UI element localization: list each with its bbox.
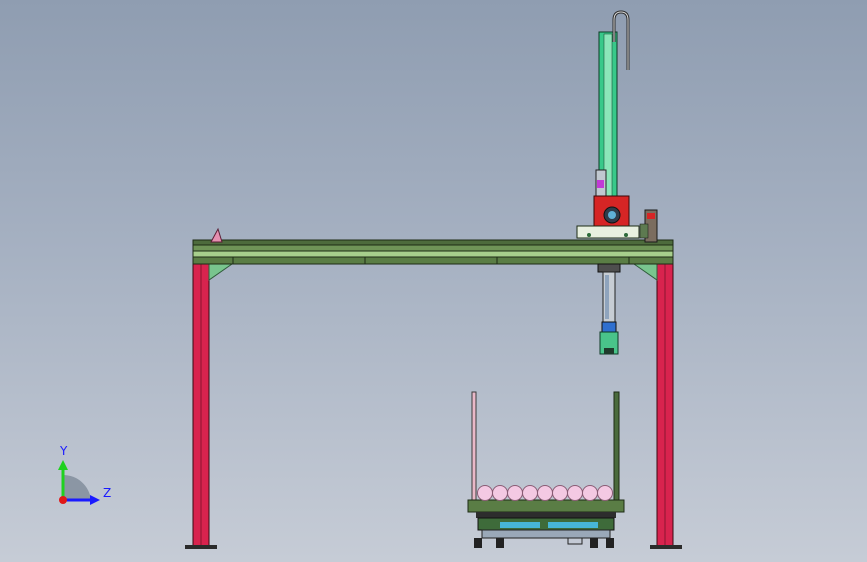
ball-row	[477, 485, 613, 501]
ball-cart	[467, 391, 625, 548]
carriage	[576, 195, 658, 243]
gripper-arm	[597, 263, 621, 355]
right-leg	[632, 263, 682, 549]
y-axis-label: Y	[59, 444, 68, 458]
cad-viewport[interactable]: Y Z	[0, 0, 867, 562]
coordinate-triad-icon[interactable]: Y Z	[58, 444, 111, 505]
gantry-robot-model: Y Z	[58, 10, 682, 549]
z-axis-label: Z	[103, 486, 111, 500]
left-leg	[185, 263, 234, 549]
